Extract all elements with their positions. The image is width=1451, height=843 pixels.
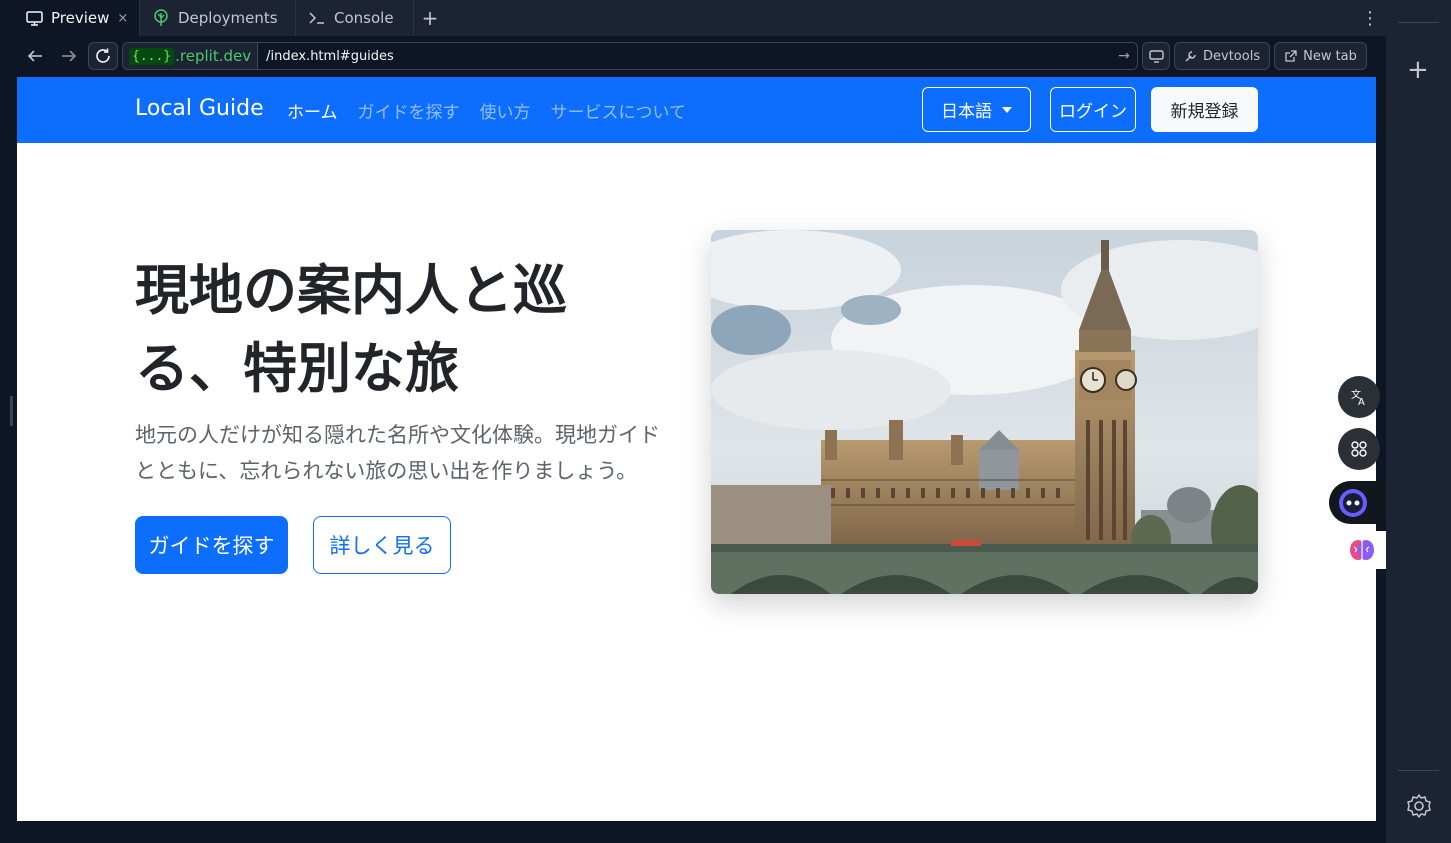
add-pane-icon[interactable]: +: [1407, 57, 1429, 83]
login-button[interactable]: ログイン: [1050, 87, 1136, 132]
new-tab-button[interactable]: New tab: [1274, 42, 1367, 70]
url-field[interactable]: {...} .replit.dev /index.html#guides →: [122, 42, 1138, 70]
monitor-icon: [26, 9, 43, 27]
site-navbar: Local Guide ホーム ガイドを探す 使い方 サービスについて 日本語 …: [17, 77, 1376, 143]
apps-grid-icon[interactable]: [1338, 428, 1380, 470]
left-panel-edge: [0, 0, 14, 843]
devtools-label: Devtools: [1203, 48, 1261, 64]
signup-button[interactable]: 新規登録: [1151, 87, 1258, 132]
device-preview-button[interactable]: [1142, 42, 1170, 70]
svg-text:A: A: [1358, 397, 1365, 407]
host-badge: {...}: [129, 47, 175, 65]
more-options-icon[interactable]: ⋮: [1354, 0, 1386, 36]
arrow-right-icon: [62, 50, 77, 62]
tab-label: Deployments: [178, 9, 278, 27]
nav-home[interactable]: ホーム: [287, 98, 338, 123]
find-guide-button[interactable]: ガイドを探す: [135, 516, 288, 574]
devtools-button[interactable]: Devtools: [1174, 42, 1271, 70]
preview-address-bar: {...} .replit.dev /index.html#guides → D…: [14, 36, 1386, 76]
tab-label: Console: [334, 9, 394, 27]
right-sidebar-rail: +: [1386, 0, 1451, 843]
back-button[interactable]: [20, 42, 50, 70]
url-host: {...} .replit.dev: [123, 43, 259, 69]
tab-deployments[interactable]: Deployments: [140, 0, 296, 36]
panel-resize-handle[interactable]: [10, 396, 13, 426]
terminal-icon: [308, 9, 326, 27]
caret-down-icon: [1002, 106, 1012, 113]
wrench-icon: [1185, 50, 1196, 61]
replit-workspace: Preview × Deployments Console + ⋮ {...} …: [0, 0, 1451, 843]
gear-icon[interactable]: [1406, 793, 1432, 823]
reload-button[interactable]: [88, 42, 118, 70]
brain-icon[interactable]: [1339, 531, 1386, 569]
rail-divider: [1398, 22, 1439, 23]
site-brand[interactable]: Local Guide: [135, 96, 264, 121]
preview-viewport: Local Guide ホーム ガイドを探す 使い方 サービスについて 日本語 …: [17, 77, 1376, 821]
language-label: 日本語: [941, 102, 992, 122]
newtab-label: New tab: [1303, 48, 1357, 64]
url-path[interactable]: /index.html#guides: [258, 49, 1111, 64]
pane-tab-strip: Preview × Deployments Console + ⋮: [14, 0, 1386, 36]
hero-subtitle: 地元の人だけが知る隠れた名所や文化体験。現地ガイドとともに、忘れられない旅の思い…: [135, 423, 660, 483]
reload-icon: [96, 48, 110, 63]
site-nav-links: ホーム ガイドを探す 使い方 サービスについて: [287, 98, 686, 123]
language-dropdown[interactable]: 日本語: [922, 87, 1031, 132]
go-arrow-icon[interactable]: →: [1111, 48, 1137, 64]
hero-image-big-ben: [711, 230, 1258, 594]
assistant-robot-icon[interactable]: [1329, 481, 1386, 524]
translate-icon[interactable]: 文A: [1338, 376, 1380, 418]
learn-more-button[interactable]: 詳しく見る: [313, 516, 451, 574]
nav-about-service[interactable]: サービスについて: [551, 98, 687, 123]
close-icon[interactable]: ×: [117, 11, 128, 26]
deploy-tree-icon: [152, 9, 170, 27]
screen-icon: [1148, 49, 1164, 63]
tab-label: Preview: [51, 9, 110, 27]
add-tab-button[interactable]: +: [414, 0, 446, 36]
hero-title: 現地の案内人と巡る、特別な旅: [135, 259, 567, 400]
nav-find-guides[interactable]: ガイドを探す: [358, 98, 460, 123]
tab-preview[interactable]: Preview ×: [14, 0, 140, 36]
tab-console[interactable]: Console: [296, 0, 414, 36]
host-domain: .replit.dev: [175, 47, 252, 65]
forward-button[interactable]: [54, 42, 84, 70]
external-link-icon: [1285, 49, 1297, 62]
nav-how-to-use[interactable]: 使い方: [480, 98, 531, 123]
rail-divider: [1398, 770, 1439, 771]
arrow-left-icon: [27, 50, 42, 62]
